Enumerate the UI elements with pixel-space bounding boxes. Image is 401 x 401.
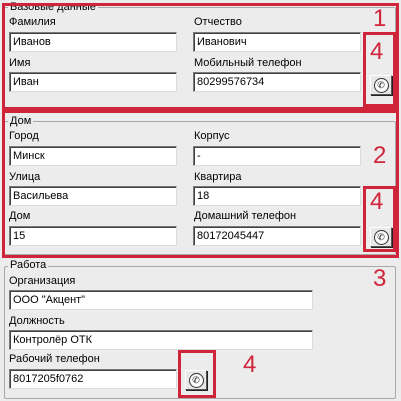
callout-1: 1 [373, 5, 387, 32]
callout-4c: 4 [243, 351, 257, 378]
highlight-phone-3 [178, 350, 216, 398]
contact-form: Базовые данные Фамилия Иванов Отчество И… [0, 0, 401, 401]
callout-4a: 4 [370, 38, 384, 65]
org-label: Организация [9, 275, 76, 287]
callout-4b: 4 [370, 188, 384, 215]
position-label: Должность [9, 315, 65, 327]
highlight-zone-1 [2, 3, 399, 110]
callout-2: 2 [373, 142, 387, 169]
highlight-zone-2 [2, 110, 399, 258]
position-field[interactable]: Контролёр ОТК [9, 330, 313, 350]
work-phone-field[interactable]: 8017205f0762 [9, 369, 177, 389]
org-field[interactable]: ООО "Акцент" [9, 290, 313, 310]
group-work-title: Работа [8, 259, 49, 271]
work-phone-label: Рабочий телефон [9, 353, 100, 365]
callout-3: 3 [373, 265, 387, 292]
